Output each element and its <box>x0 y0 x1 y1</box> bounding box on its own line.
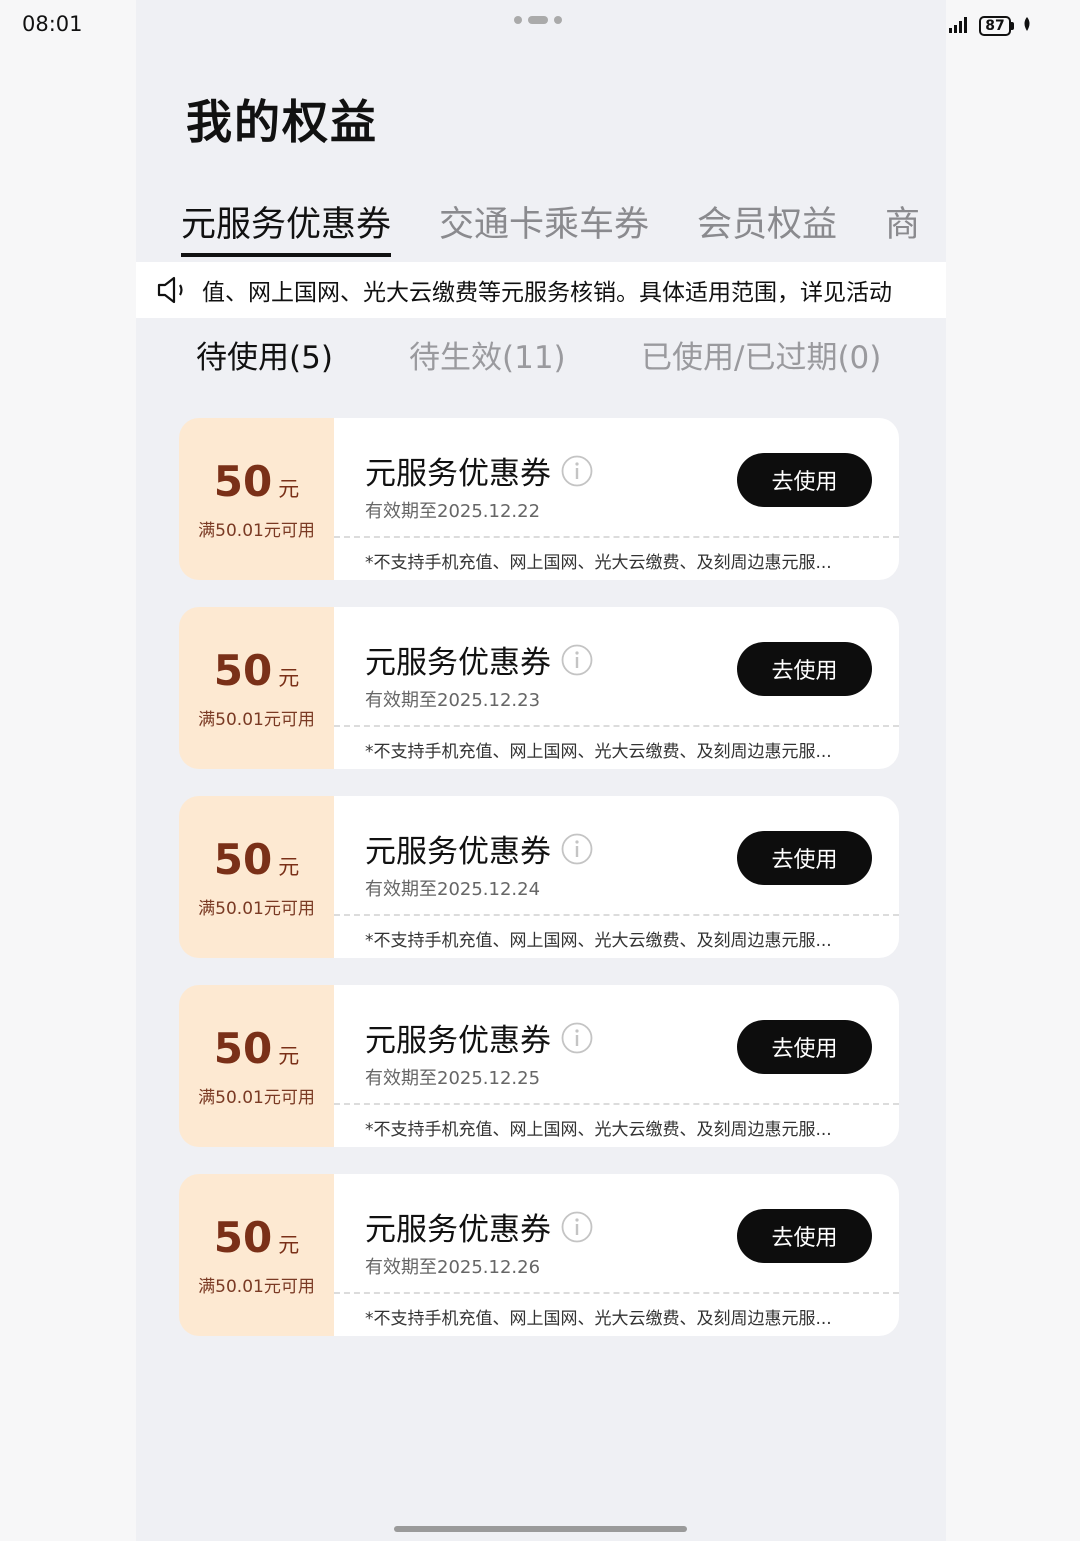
coupon-value: 50 元 满50.01元可用 <box>179 418 334 580</box>
coupon-details: 元服务优惠券 有效期至2025.12.22 去使用 *不支持手机充值、网上国网、… <box>334 418 899 580</box>
coupon-validity: 有效期至2025.12.22 <box>365 501 541 522</box>
coupon-name: 元服务优惠券 <box>365 645 551 681</box>
category-tabs: 元服务优惠券 交通卡乘车券 会员权益 商 <box>181 196 920 257</box>
coupon-threshold: 满50.01元可用 <box>198 710 315 730</box>
divider <box>334 536 899 538</box>
info-icon[interactable] <box>561 1211 593 1243</box>
coupon-restriction: *不支持手机充值、网上国网、光大云缴费、及刻周边惠元服... <box>365 742 832 762</box>
coupon-validity: 有效期至2025.12.25 <box>365 1068 541 1089</box>
coupon-details: 元服务优惠券 有效期至2025.12.24 去使用 *不支持手机充值、网上国网、… <box>334 796 899 958</box>
coupon-name: 元服务优惠券 <box>365 1212 551 1248</box>
use-coupon-button[interactable]: 去使用 <box>737 1020 872 1074</box>
subtab-unused[interactable]: 待使用(5) <box>196 332 409 377</box>
coupon-threshold: 满50.01元可用 <box>198 1277 315 1297</box>
use-coupon-button[interactable]: 去使用 <box>737 1209 872 1263</box>
coupon-card: 50 元 满50.01元可用 元服务优惠券 有效期至2025.12.26 去使用 … <box>179 1174 899 1336</box>
tab-member-benefits[interactable]: 会员权益 <box>697 196 837 257</box>
divider <box>334 1103 899 1105</box>
coupon-amount: 50 <box>213 646 273 695</box>
leaf-icon <box>1022 16 1032 36</box>
coupon-name: 元服务优惠券 <box>365 456 551 492</box>
info-icon[interactable] <box>561 455 593 487</box>
notice-text: 值、网上国网、光大云缴费等元服务核销。具体适用范围，详见活动 <box>202 280 892 306</box>
coupon-details: 元服务优惠券 有效期至2025.12.26 去使用 *不支持手机充值、网上国网、… <box>334 1174 899 1336</box>
divider <box>334 914 899 916</box>
coupon-unit: 元 <box>278 1044 300 1068</box>
home-indicator[interactable] <box>394 1526 687 1532</box>
coupon-value: 50 元 满50.01元可用 <box>179 1174 334 1336</box>
coupon-card: 50 元 满50.01元可用 元服务优惠券 有效期至2025.12.24 去使用 … <box>179 796 899 958</box>
info-icon[interactable] <box>561 833 593 865</box>
coupon-list: 50 元 满50.01元可用 元服务优惠券 有效期至2025.12.22 去使用 … <box>179 418 899 1363</box>
tab-more[interactable]: 商 <box>885 196 920 257</box>
status-subtabs: 待使用(5) 待生效(11) 已使用/已过期(0) <box>196 332 881 377</box>
coupon-details: 元服务优惠券 有效期至2025.12.23 去使用 *不支持手机充值、网上国网、… <box>334 607 899 769</box>
coupon-validity: 有效期至2025.12.26 <box>365 1257 541 1278</box>
coupon-value: 50 元 满50.01元可用 <box>179 985 334 1147</box>
coupon-validity: 有效期至2025.12.24 <box>365 879 541 900</box>
notice-bar[interactable]: 值、网上国网、光大云缴费等元服务核销。具体适用范围，详见活动 <box>136 262 946 318</box>
coupon-name: 元服务优惠券 <box>365 834 551 870</box>
coupon-amount: 50 <box>213 1024 273 1073</box>
divider <box>334 1292 899 1294</box>
coupon-card: 50 元 满50.01元可用 元服务优惠券 有效期至2025.12.23 去使用 … <box>179 607 899 769</box>
battery-icon: 87 <box>979 16 1014 36</box>
status-time: 08:01 <box>22 12 83 36</box>
coupon-restriction: *不支持手机充值、网上国网、光大云缴费、及刻周边惠元服... <box>365 931 832 951</box>
info-icon[interactable] <box>561 1022 593 1054</box>
coupon-restriction: *不支持手机充值、网上国网、光大云缴费、及刻周边惠元服... <box>365 1120 832 1140</box>
use-coupon-button[interactable]: 去使用 <box>737 831 872 885</box>
coupon-restriction: *不支持手机充值、网上国网、光大云缴费、及刻周边惠元服... <box>365 553 832 573</box>
coupon-amount: 50 <box>213 835 273 884</box>
coupon-details: 元服务优惠券 有效期至2025.12.25 去使用 *不支持手机充值、网上国网、… <box>334 985 899 1147</box>
subtab-used-expired[interactable]: 已使用/已过期(0) <box>641 332 881 377</box>
coupon-name: 元服务优惠券 <box>365 1023 551 1059</box>
coupon-card: 50 元 满50.01元可用 元服务优惠券 有效期至2025.12.22 去使用 … <box>179 418 899 580</box>
coupon-value: 50 元 满50.01元可用 <box>179 796 334 958</box>
coupon-restriction: *不支持手机充值、网上国网、光大云缴费、及刻周边惠元服... <box>365 1309 832 1329</box>
window-handle[interactable] <box>514 16 562 24</box>
coupon-threshold: 满50.01元可用 <box>198 521 315 541</box>
subtab-pending[interactable]: 待生效(11) <box>409 332 641 377</box>
speaker-icon <box>156 275 190 305</box>
info-icon[interactable] <box>561 644 593 676</box>
coupon-amount: 50 <box>213 457 273 506</box>
coupon-validity: 有效期至2025.12.23 <box>365 690 541 711</box>
tab-service-coupons[interactable]: 元服务优惠券 <box>181 196 392 257</box>
page-title: 我的权益 <box>186 95 378 149</box>
coupon-unit: 元 <box>278 477 300 501</box>
coupon-amount: 50 <box>213 1213 273 1262</box>
divider <box>334 725 899 727</box>
coupon-unit: 元 <box>278 1233 300 1257</box>
coupon-value: 50 元 满50.01元可用 <box>179 607 334 769</box>
use-coupon-button[interactable]: 去使用 <box>737 642 872 696</box>
coupon-panel: 我的权益 元服务优惠券 交通卡乘车券 会员权益 商 值、网上国网、光大云缴费等元… <box>136 0 946 1541</box>
coupon-card: 50 元 满50.01元可用 元服务优惠券 有效期至2025.12.25 去使用 … <box>179 985 899 1147</box>
use-coupon-button[interactable]: 去使用 <box>737 453 872 507</box>
battery-level: 87 <box>979 16 1011 36</box>
tab-transit-coupons[interactable]: 交通卡乘车券 <box>439 196 649 257</box>
coupon-threshold: 满50.01元可用 <box>198 899 315 919</box>
signal-icon <box>949 15 971 37</box>
coupon-unit: 元 <box>278 855 300 879</box>
coupon-threshold: 满50.01元可用 <box>198 1088 315 1108</box>
coupon-unit: 元 <box>278 666 300 690</box>
